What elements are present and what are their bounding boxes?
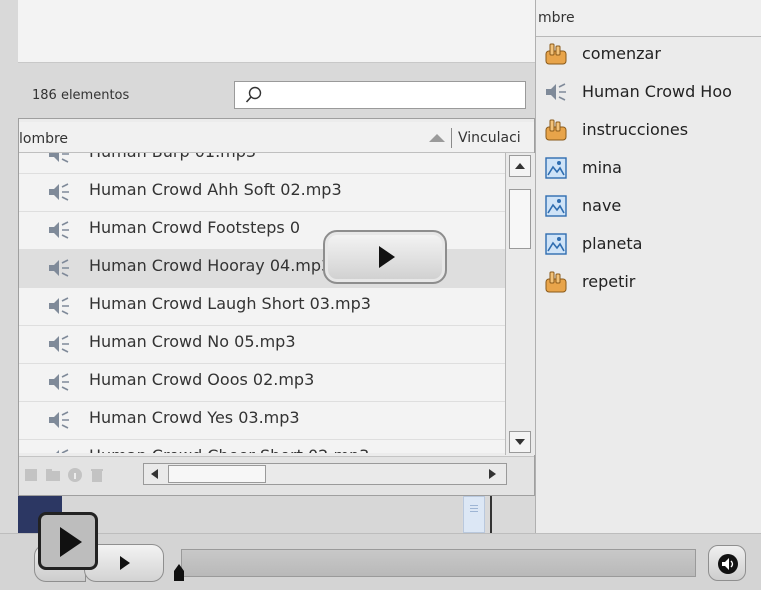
new-folder-icon[interactable] (45, 467, 61, 483)
speaker-icon (718, 554, 738, 574)
sound-row-label: Human Crowd Ahh Soft 02.mp3 (89, 180, 342, 199)
scroll-up-button[interactable] (509, 155, 531, 177)
horizontal-scroll-thumb[interactable] (168, 465, 266, 483)
horizontal-scrollbar[interactable] (143, 463, 507, 485)
sound-row-label: Human Crowd Footsteps 0 (89, 218, 300, 237)
new-symbol-icon[interactable] (23, 467, 39, 483)
vertical-scrollbar[interactable] (505, 153, 535, 455)
image-icon (545, 233, 567, 255)
stage-chip (463, 496, 485, 533)
library-item-label: comenzar (582, 44, 661, 63)
library-item[interactable]: instrucciones (536, 112, 761, 150)
sound-icon (56, 449, 69, 453)
sound-icon (49, 221, 69, 239)
library-item-label: mina (582, 158, 622, 177)
preview-area (18, 0, 535, 63)
library-item[interactable]: repetir (536, 264, 761, 302)
script-icon (545, 43, 567, 65)
column-link[interactable]: Vinculaci (451, 128, 521, 148)
arrow-right-icon[interactable] (484, 466, 500, 482)
script-icon (545, 271, 567, 293)
library-item-label: nave (582, 196, 622, 215)
sound-row-label: Human Crowd Ooos 02.mp3 (89, 370, 315, 389)
library-item-label: Human Crowd Hoo (582, 82, 732, 101)
vertical-scroll-thumb[interactable] (509, 189, 531, 249)
properties-icon[interactable] (67, 467, 83, 483)
delete-icon[interactable] (89, 467, 105, 483)
sound-list-panel: lombre Vinculaci Human Burp 01.mp3Human … (18, 118, 535, 496)
sound-icon (49, 297, 69, 315)
sound-icon (49, 335, 69, 353)
stage-area (62, 496, 462, 533)
column-name[interactable]: lombre (19, 131, 68, 147)
scroll-down-button[interactable] (509, 431, 531, 453)
sound-row-label: Human Crowd Cheer Short 02.mp3 (89, 446, 369, 453)
sound-row[interactable]: Human Crowd No 05.mp3 (19, 326, 505, 364)
library-item-label: repetir (582, 272, 636, 291)
library-item[interactable]: comenzar (536, 36, 761, 74)
sort-ascending-icon[interactable] (429, 134, 445, 142)
library-column-name: mbre (538, 10, 575, 26)
sound-row-label: Human Crowd Laugh Short 03.mp3 (89, 294, 371, 313)
arrow-down-icon (515, 439, 525, 445)
sound-row[interactable]: Human Crowd Cheer Short 02.mp3 (19, 440, 505, 453)
sound-row-label: Human Burp 01.mp3 (89, 153, 256, 161)
list-toolbar (19, 456, 534, 495)
sound-icon (49, 183, 69, 201)
library-column-header[interactable]: mbre (536, 0, 761, 37)
library-item[interactable]: Human Crowd Hoo (536, 74, 761, 112)
preview-play-button[interactable] (323, 230, 447, 284)
play-icon (379, 246, 395, 268)
library-panel: mbre comenzar Human Crowd Hoo instruccione… (535, 0, 761, 533)
sound-icon (49, 373, 69, 391)
playhead-handle[interactable] (173, 562, 185, 582)
arrow-left-icon[interactable] (147, 466, 163, 482)
sound-list: Human Burp 01.mp3 Human Crowd Ahh Soft 02… (19, 153, 505, 453)
sound-icon (546, 83, 566, 101)
sound-row[interactable]: Human Burp 01.mp3 (19, 153, 505, 174)
sound-icon (49, 153, 69, 163)
search-input[interactable] (234, 81, 526, 109)
script-icon (545, 119, 567, 141)
sound-row-label: Human Crowd No 05.mp3 (89, 332, 296, 351)
sound-row[interactable]: Human Crowd Ooos 02.mp3 (19, 364, 505, 402)
big-play-button[interactable] (38, 512, 98, 570)
image-icon (545, 195, 567, 217)
sound-row[interactable]: Human Crowd Yes 03.mp3 (19, 402, 505, 440)
play-icon (120, 556, 130, 570)
sound-row-label: Human Crowd Hooray 04.mp3 (89, 256, 332, 275)
image-icon (545, 157, 567, 179)
playback-progress-track[interactable] (181, 549, 696, 577)
search-icon (245, 86, 262, 103)
play-icon (60, 527, 82, 557)
sound-icon (49, 259, 69, 277)
sound-icon (49, 411, 69, 429)
library-item[interactable]: nave (536, 188, 761, 226)
list-column-header: lombre Vinculaci (19, 122, 534, 153)
arrow-up-icon (515, 163, 525, 169)
sound-row-label: Human Crowd Yes 03.mp3 (89, 408, 300, 427)
library-item[interactable]: planeta (536, 226, 761, 264)
library-item[interactable]: mina (536, 150, 761, 188)
item-count: 186 elementos (32, 88, 130, 103)
volume-button[interactable] (708, 545, 746, 581)
sound-row[interactable]: Human Crowd Ahh Soft 02.mp3 (19, 174, 505, 212)
library-item-label: planeta (582, 234, 643, 253)
sound-row[interactable]: Human Crowd Laugh Short 03.mp3 (19, 288, 505, 326)
library-item-label: instrucciones (582, 120, 689, 139)
stage-divider (490, 496, 502, 533)
